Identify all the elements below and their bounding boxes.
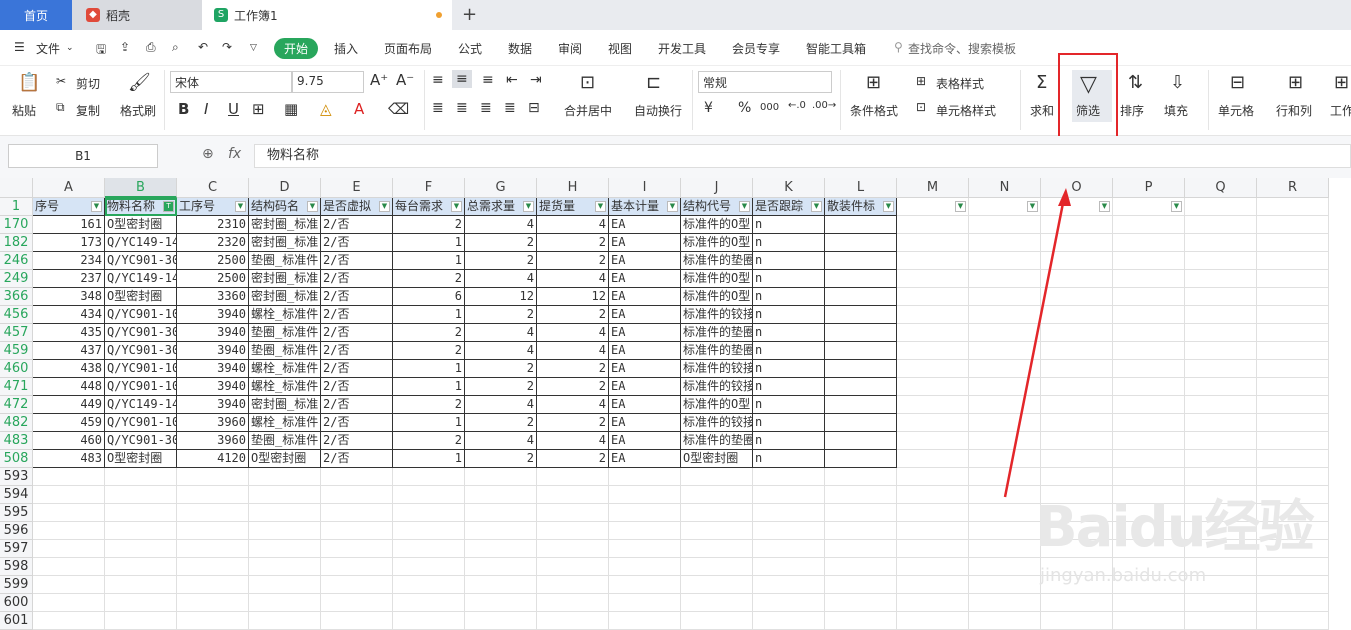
- red-arrow-annotation: [1003, 188, 1071, 498]
